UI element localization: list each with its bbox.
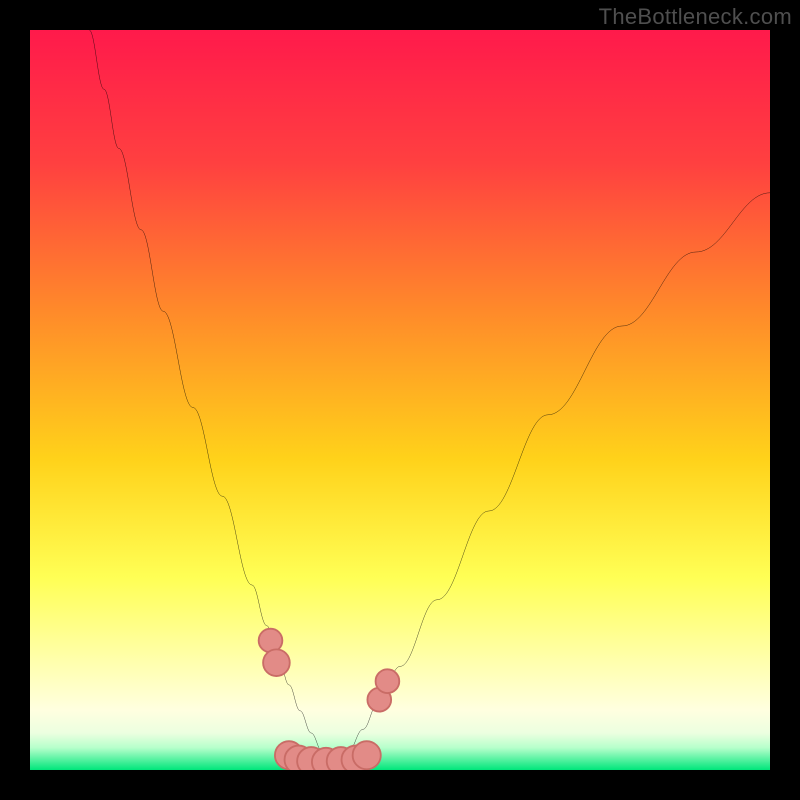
chart-frame: TheBottleneck.com (0, 0, 800, 800)
gradient-background (30, 30, 770, 770)
bottleneck-chart (30, 30, 770, 770)
data-marker (376, 669, 400, 693)
data-marker (353, 741, 381, 769)
data-marker (263, 649, 290, 676)
watermark-text: TheBottleneck.com (599, 4, 792, 30)
